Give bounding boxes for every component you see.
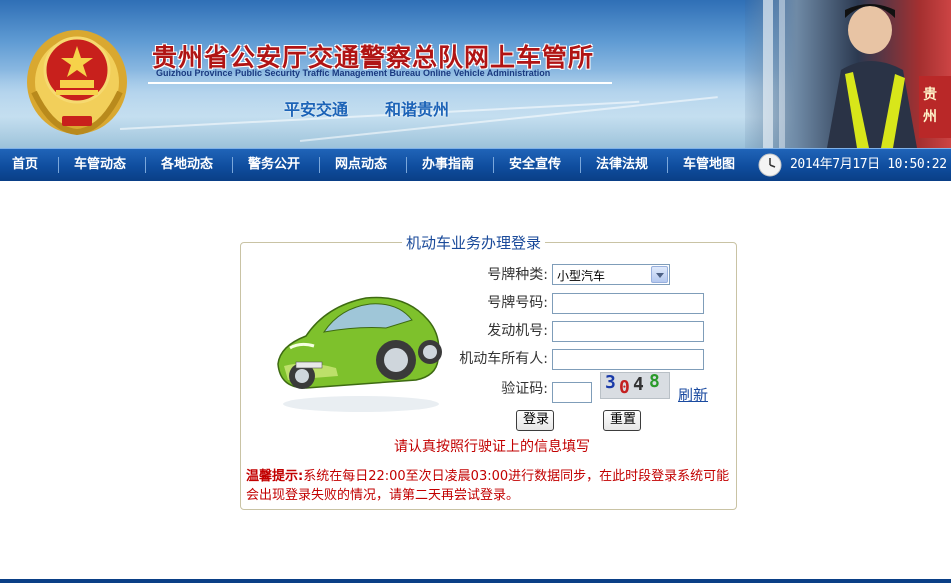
police-officer-illustration: [763, 0, 951, 148]
nav-regional-news[interactable]: 各地动态: [157, 149, 217, 181]
nav-home[interactable]: 首页: [10, 149, 40, 181]
nav-separator: [319, 157, 320, 173]
title-divider: [148, 82, 612, 84]
site-subtitle: Guizhou Province Public Security Traffic…: [156, 68, 551, 78]
chevron-down-icon[interactable]: [651, 266, 668, 283]
notice-title: 温馨提示:: [246, 469, 304, 484]
nav-branch-news[interactable]: 网点动态: [331, 149, 391, 181]
owner-label: 机动车所有人:: [459, 351, 548, 367]
nav-separator: [406, 157, 407, 173]
nav-safety-promotion[interactable]: 安全宣传: [505, 149, 565, 181]
fill-hint: 请认真按照行驶证上的信息填写: [394, 439, 590, 455]
plate-number-input[interactable]: [552, 293, 704, 314]
nav-separator: [58, 157, 59, 173]
nav-laws-regulations[interactable]: 法律法规: [592, 149, 652, 181]
engine-number-label: 发动机号:: [487, 323, 548, 339]
engine-number-input[interactable]: [552, 321, 704, 342]
reset-button[interactable]: 重置: [603, 410, 641, 431]
main-nav: 首页 车管动态 各地动态 警务公开 网点动态 办事指南 安全宣传 法律法规 车管…: [0, 148, 951, 181]
nav-vehicle-map[interactable]: 车管地图: [679, 149, 739, 181]
captcha-image: 3 0 4 8: [600, 372, 670, 399]
footer-divider: [0, 579, 951, 583]
plate-number-label: 号牌号码:: [487, 295, 548, 311]
nav-separator: [493, 157, 494, 173]
plate-type-selected: 小型汽车: [557, 269, 606, 283]
slogan-left: 平安交通: [284, 100, 349, 119]
police-sign-text: 贵州: [923, 87, 937, 125]
owner-input[interactable]: [552, 349, 704, 370]
nav-separator: [580, 157, 581, 173]
captcha-char: 8: [649, 372, 660, 392]
nav-separator: [667, 157, 668, 173]
plate-type-select[interactable]: 小型汽车: [552, 264, 670, 285]
captcha-char: 0: [619, 377, 630, 398]
nav-separator: [145, 157, 146, 173]
plate-type-label: 号牌种类:: [487, 267, 548, 283]
login-button[interactable]: 登录: [516, 410, 554, 431]
captcha-input[interactable]: [552, 382, 592, 403]
site-banner: 贵州省公安厅交通警察总队网上车管所 Guizhou Province Publi…: [0, 0, 951, 148]
nav-vehicle-news[interactable]: 车管动态: [70, 149, 130, 181]
police-emblem-icon: [27, 30, 127, 136]
police-officer-photo: 贵州: [745, 0, 951, 148]
slogan-right: 和谐贵州: [385, 100, 450, 119]
captcha-char: 3: [605, 372, 616, 393]
nav-separator: [232, 157, 233, 173]
captcha-label: 验证码:: [501, 381, 548, 397]
refresh-captcha-link[interactable]: 刷新: [678, 384, 708, 405]
captcha-char: 4: [633, 374, 644, 395]
nav-service-guide[interactable]: 办事指南: [418, 149, 478, 181]
clock-icon: [758, 153, 782, 177]
notice-body: 系统在每日22:00至次日凌晨03:00进行数据同步，在此时段登录系统可能会出现…: [246, 469, 730, 503]
nav-police-disclosure[interactable]: 警务公开: [244, 149, 304, 181]
login-panel-title: 机动车业务办理登录: [402, 232, 546, 253]
current-datetime: 2014年7月17日 10:50:22: [790, 157, 947, 172]
notice-text: 温馨提示:系统在每日22:00至次日凌晨03:00进行数据同步，在此时段登录系统…: [246, 467, 732, 505]
